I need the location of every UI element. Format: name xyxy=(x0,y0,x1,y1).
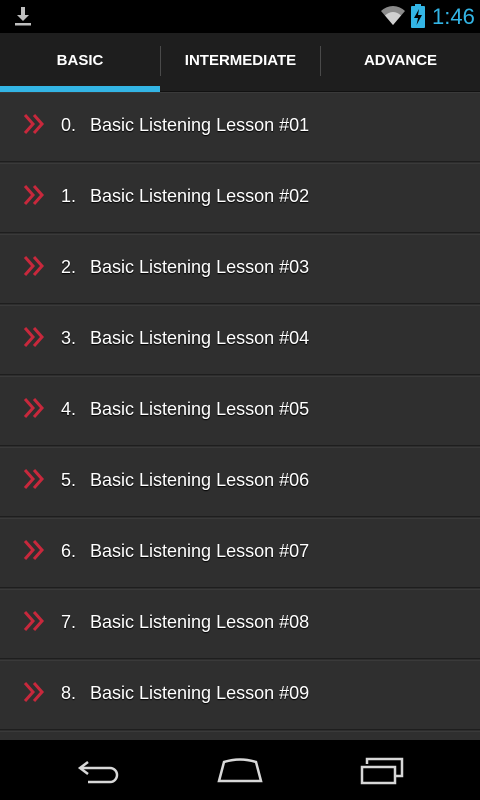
lesson-number: 3. xyxy=(61,328,77,348)
clock: 1:46 xyxy=(432,4,475,29)
lesson-title: Basic Listening Lesson #07 xyxy=(90,541,310,561)
list-item[interactable]: 6. Basic Listening Lesson #07 xyxy=(0,518,480,588)
lesson-number: 2. xyxy=(61,257,77,277)
tab-basic[interactable]: BASIC xyxy=(0,33,160,91)
double-chevron-right-icon xyxy=(23,540,45,560)
status-bar: 1:46 xyxy=(0,0,480,33)
list-item[interactable]: 4. Basic Listening Lesson #05 xyxy=(0,376,480,446)
lesson-title: Basic Listening Lesson #05 xyxy=(90,399,310,419)
wifi-icon xyxy=(381,6,405,25)
tab-bar: BASIC INTERMEDIATE ADVANCE xyxy=(0,33,480,92)
list-item[interactable]: 7. Basic Listening Lesson #08 xyxy=(0,589,480,659)
lesson-number: 8. xyxy=(61,683,77,703)
double-chevron-right-icon xyxy=(23,185,45,205)
list-item[interactable]: 0. Basic Listening Lesson #01 xyxy=(0,92,480,162)
double-chevron-right-icon xyxy=(23,682,45,702)
lesson-number: 0. xyxy=(61,115,77,135)
list-item[interactable] xyxy=(0,731,480,740)
lesson-title: Basic Listening Lesson #09 xyxy=(90,683,310,703)
lesson-title: Basic Listening Lesson #06 xyxy=(90,470,310,490)
lesson-title: Basic Listening Lesson #01 xyxy=(90,115,310,135)
list-item[interactable]: 5. Basic Listening Lesson #06 xyxy=(0,447,480,517)
download-icon xyxy=(15,7,31,26)
lesson-list[interactable]: 0. Basic Listening Lesson #01 1. Basic L… xyxy=(0,92,480,740)
lesson-number: 7. xyxy=(61,612,77,632)
back-icon[interactable] xyxy=(70,754,130,788)
lesson-number: 5. xyxy=(61,470,77,490)
home-icon[interactable] xyxy=(210,754,270,788)
double-chevron-right-icon xyxy=(23,398,45,418)
double-chevron-right-icon xyxy=(23,469,45,489)
list-item[interactable]: 1. Basic Listening Lesson #02 xyxy=(0,163,480,233)
lesson-number: 4. xyxy=(61,399,77,419)
double-chevron-right-icon xyxy=(23,256,45,276)
lesson-title: Basic Listening Lesson #02 xyxy=(90,186,310,206)
tab-intermediate[interactable]: INTERMEDIATE xyxy=(161,33,320,91)
double-chevron-right-icon xyxy=(23,114,45,134)
double-chevron-right-icon xyxy=(23,327,45,347)
navigation-bar xyxy=(0,740,480,800)
double-chevron-right-icon xyxy=(23,611,45,631)
battery-charging-icon xyxy=(411,4,425,28)
lesson-title: Basic Listening Lesson #08 xyxy=(90,612,310,632)
list-item[interactable]: 8. Basic Listening Lesson #09 xyxy=(0,660,480,730)
lesson-number: 1. xyxy=(61,186,77,206)
lesson-title: Basic Listening Lesson #04 xyxy=(90,328,310,348)
list-item[interactable]: 2. Basic Listening Lesson #03 xyxy=(0,234,480,304)
list-item[interactable]: 3. Basic Listening Lesson #04 xyxy=(0,305,480,375)
lesson-title: Basic Listening Lesson #03 xyxy=(90,257,310,277)
tab-advance[interactable]: ADVANCE xyxy=(321,33,480,91)
lesson-number: 6. xyxy=(61,541,77,561)
recents-icon[interactable] xyxy=(352,754,412,788)
